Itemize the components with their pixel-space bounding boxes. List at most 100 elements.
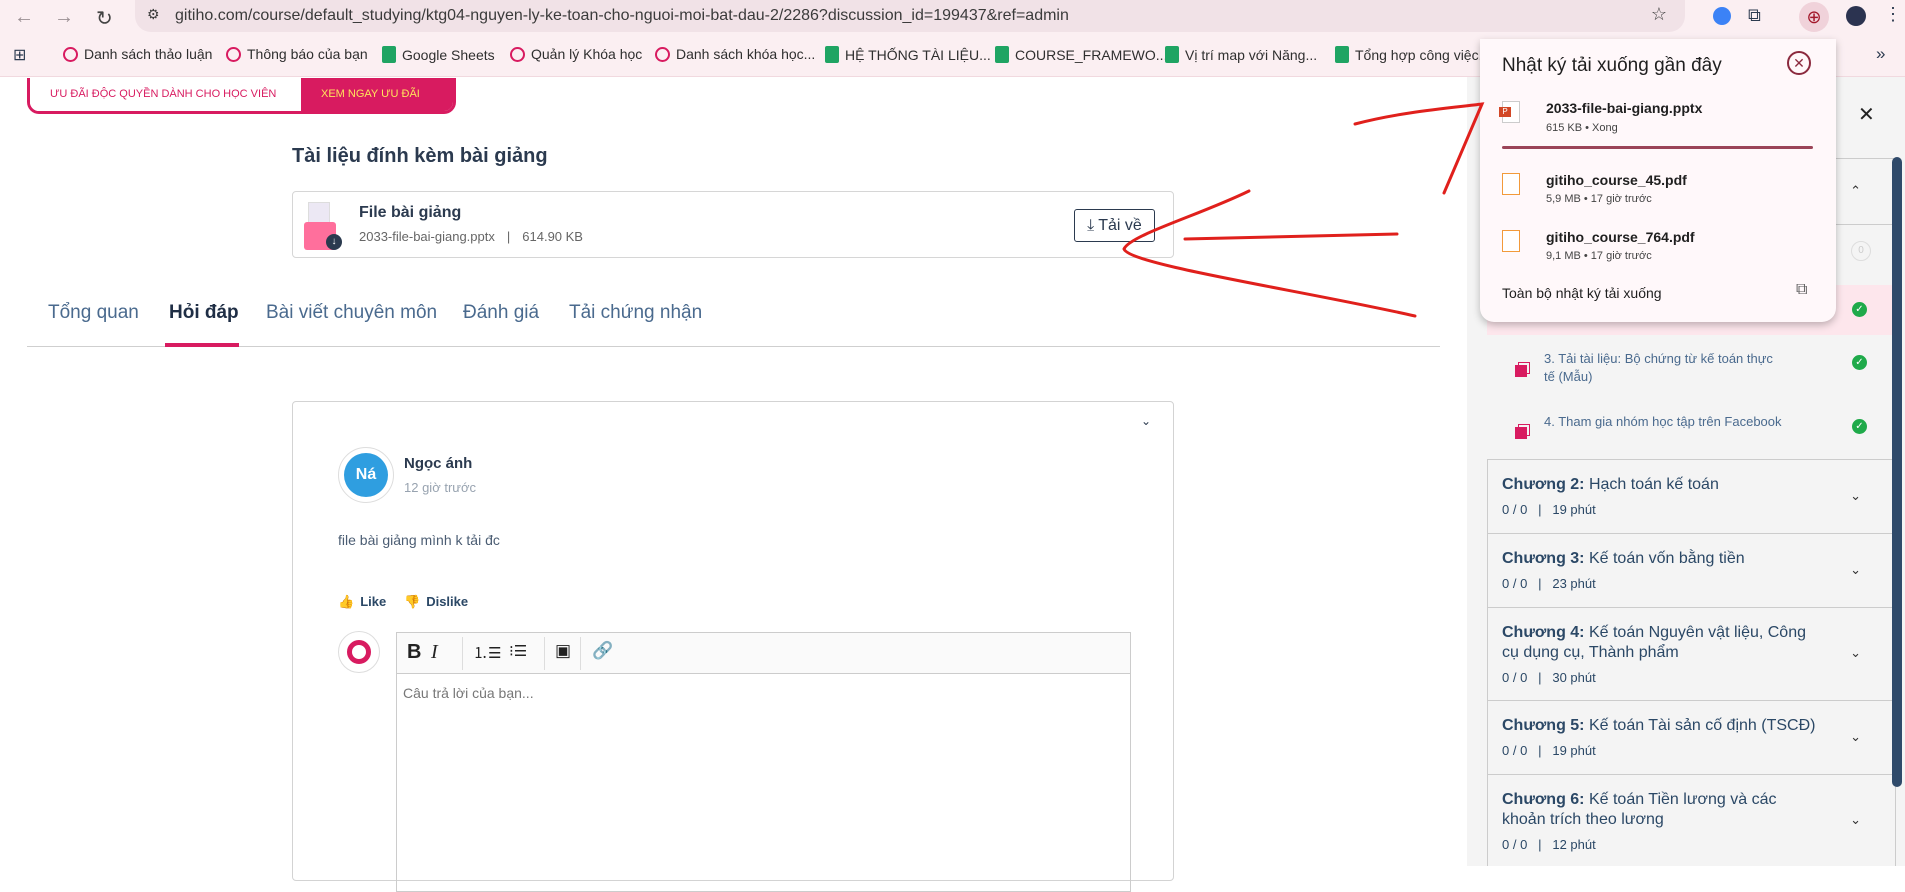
chevron-down-icon[interactable]: ⌄ — [1141, 414, 1151, 428]
gitiho-icon — [510, 46, 525, 62]
dislike-button[interactable]: 👎 Dislike — [404, 594, 468, 610]
forward-icon[interactable]: → — [54, 6, 74, 29]
tab-qa[interactable]: Hỏi đáp — [169, 302, 239, 324]
ordered-list-icon[interactable]: ⒈☰ — [473, 642, 501, 663]
chapter-5[interactable]: Chương 5: Kế toán Tài sản cố định (TSCĐ)… — [1487, 700, 1896, 774]
bookmark[interactable]: Google Sheets — [382, 46, 495, 63]
apps-icon[interactable]: ⊞ — [13, 45, 26, 65]
download-icon[interactable]: ⊕ — [1799, 2, 1829, 32]
tab-overview[interactable]: Tổng quan — [48, 302, 139, 324]
lesson-title: 3. Tải tài liệu: Bộ chứng từ kế toán thự… — [1544, 351, 1773, 384]
chapter-4[interactable]: Chương 4: Kế toán Nguyên vật liệu, Công … — [1487, 607, 1896, 700]
italic-icon[interactable]: I — [431, 641, 438, 664]
open-external-icon: ⧉ — [1796, 281, 1808, 298]
scrollbar[interactable] — [1892, 157, 1902, 787]
avatar: Ná — [338, 447, 394, 503]
sheets-icon — [1165, 46, 1179, 63]
download-name: gitiho_course_45.pdf — [1546, 172, 1687, 188]
section-title: Tài liệu đính kèm bài giảng — [292, 145, 548, 167]
reload-icon[interactable]: ↻ — [96, 6, 113, 31]
bookmark[interactable]: Quản lý Khóa học — [510, 46, 642, 62]
chapter-6[interactable]: Chương 6: Kế toán Tiền lương và các khoả… — [1487, 774, 1896, 866]
like-label: Like — [360, 594, 387, 609]
active-tab-indicator — [165, 343, 239, 347]
tab-articles[interactable]: Bài viết chuyên môn — [266, 302, 437, 324]
chapter-meta: 0 / 0 | 19 phút — [1502, 743, 1596, 758]
tab-certificate[interactable]: Tải chứng nhận — [569, 302, 702, 324]
extension-icon[interactable] — [1713, 7, 1731, 25]
close-icon[interactable]: ✕ — [1787, 51, 1811, 75]
chapter-title: Kế toán vốn bằng tiền — [1588, 550, 1745, 567]
bookmark[interactable]: Danh sách thảo luận — [63, 46, 212, 62]
bookmark[interactable]: Vị trí map với Năng... — [1165, 46, 1317, 63]
chapter-title: Kế toán Tài sản cố định (TSCĐ) — [1588, 717, 1816, 734]
promo-banner: ƯU ĐÃI ĐỘC QUYỀN DÀNH CHO HỌC VIÊN XEM N… — [27, 78, 456, 114]
download-button[interactable]: ⤓ Tải về — [1074, 209, 1155, 242]
bookmark-label: COURSE_FRAMEWO... — [1015, 46, 1168, 63]
bookmark[interactable]: Tổng hợp công việc... — [1335, 46, 1490, 63]
chevron-down-icon: ⌄ — [1850, 488, 1861, 503]
chapter-meta: 0 / 0 | 19 phút — [1502, 502, 1596, 517]
comment-text: file bài giảng mình k tải đc — [338, 532, 500, 548]
promo-text: ƯU ĐÃI ĐỘC QUYỀN DÀNH CHO HỌC VIÊN — [30, 78, 301, 111]
download-item[interactable]: P 2033-file-bai-giang.pptx 615 KB • Xong — [1480, 89, 1836, 155]
thumbs-up-icon: 👍 — [338, 594, 355, 609]
chapter-3[interactable]: Chương 3: Kế toán vốn bằng tiền 0 / 0 | 2… — [1487, 533, 1896, 607]
bold-icon[interactable]: B — [407, 641, 421, 664]
site-settings-icon[interactable]: ⚙ — [147, 6, 160, 23]
file-card: ↓ File bài giảng 2033-file-bai-giang.ppt… — [292, 191, 1174, 258]
download-progress — [1502, 146, 1813, 149]
chevron-down-icon: ⌄ — [1850, 812, 1861, 827]
puzzle-icon[interactable]: ⧉ — [1748, 5, 1761, 26]
like-button[interactable]: 👍 Like — [338, 594, 386, 610]
download-icon: ⤓ — [1087, 216, 1095, 234]
tab-reviews[interactable]: Đánh giá — [463, 302, 539, 324]
address-bar[interactable]: ⚙ gitiho.com/course/default_studying/ktg… — [135, 0, 1685, 32]
all-downloads-link[interactable]: Toàn bộ nhật ký tải xuống ⧉ — [1480, 277, 1836, 317]
gitiho-icon — [63, 46, 78, 62]
download-item[interactable]: gitiho_course_764.pdf 9,1 MB • 17 giờ tr… — [1480, 220, 1836, 275]
bookmark-label: HỆ THỐNG TÀI LIỆU... — [845, 46, 991, 63]
chevron-down-icon: ⌄ — [1850, 729, 1861, 744]
downloads-popup: Nhật ký tải xuống gần đây ✕ P 2033-file-… — [1480, 39, 1836, 322]
bullet-list-icon[interactable]: ⁝☰ — [509, 642, 527, 660]
document-icon — [1515, 365, 1527, 377]
image-icon[interactable]: ▣ — [555, 641, 571, 661]
lesson-item[interactable]: 4. Tham gia nhóm học tập trên Facebook ✓ — [1487, 405, 1896, 459]
download-meta: 615 KB • Xong — [1546, 122, 1618, 134]
document-icon — [1515, 427, 1527, 439]
bookmark-label: Google Sheets — [402, 46, 495, 63]
comment-author: Ngọc ánh — [404, 455, 473, 472]
bookmark-label: Vị trí map với Năng... — [1185, 46, 1318, 63]
bookmark[interactable]: Thông báo của bạn — [226, 46, 368, 62]
more-bookmarks-button[interactable]: » — [1876, 44, 1885, 64]
promo-cta-button[interactable]: XEM NGAY ƯU ĐÃI — [301, 78, 453, 111]
download-name: 2033-file-bai-giang.pptx — [1546, 100, 1703, 116]
bookmark[interactable]: Danh sách khóa học... — [655, 46, 815, 62]
chapter-meta: 0 / 0 | 23 phút — [1502, 576, 1596, 591]
star-icon[interactable]: ☆ — [1651, 4, 1667, 25]
chapter-2[interactable]: Chương 2: Hạch toán kế toán 0 / 0 | 19 ph… — [1487, 459, 1896, 533]
back-icon[interactable]: ← — [14, 6, 34, 29]
bookmark-label: Danh sách khóa học... — [676, 46, 816, 62]
download-item[interactable]: gitiho_course_45.pdf 5,9 MB • 17 giờ trư… — [1480, 163, 1836, 218]
bookmark-label: Thông báo của bạn — [247, 46, 368, 62]
bookmark-label: Tổng hợp công việc... — [1355, 46, 1491, 63]
bookmark[interactable]: COURSE_FRAMEWO... — [995, 46, 1167, 63]
close-icon[interactable]: ✕ — [1858, 102, 1875, 127]
avatar[interactable] — [1846, 6, 1866, 26]
sheets-icon — [382, 46, 396, 63]
lesson-item[interactable]: 3. Tải tài liệu: Bộ chứng từ kế toán thự… — [1487, 335, 1896, 405]
bookmark[interactable]: HỆ THỐNG TÀI LIỆU... — [825, 46, 991, 63]
annotation-line — [1183, 232, 1399, 241]
download-label: Tải về — [1098, 216, 1142, 234]
menu-icon[interactable]: ⋮ — [1884, 4, 1902, 25]
download-meta: 9,1 MB • 17 giờ trước — [1546, 250, 1652, 262]
link-icon[interactable]: 🔗 — [592, 641, 613, 661]
download-meta: 5,9 MB • 17 giờ trước — [1546, 193, 1652, 205]
check-icon: ✓ — [1852, 419, 1867, 434]
sheets-icon — [995, 46, 1009, 63]
chapter-label: Chương 6: — [1502, 791, 1585, 808]
reply-input[interactable]: Câu trả lời của bạn... — [403, 685, 1103, 701]
chapter-meta: 0 / 0 | 12 phút — [1502, 837, 1596, 852]
